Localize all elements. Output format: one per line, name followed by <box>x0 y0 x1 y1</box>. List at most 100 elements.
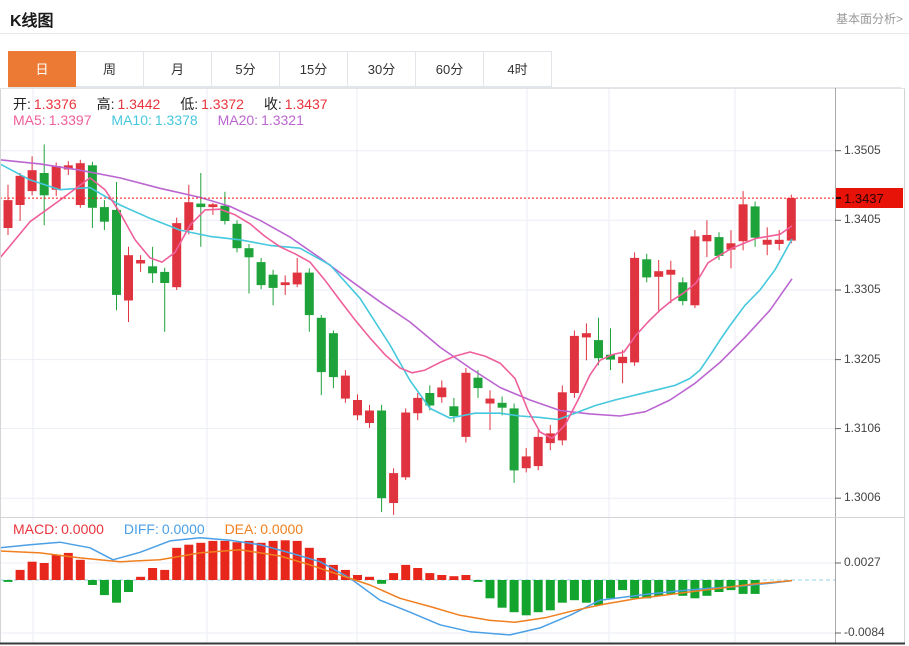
macd-bar <box>461 575 470 580</box>
macd-bar <box>365 577 374 580</box>
price-tick-label: 1.3006 <box>844 490 902 504</box>
macd-bar <box>618 580 627 590</box>
period-tabbar: 日 周 月 5分 15分 30分 60分 4时 <box>8 51 901 88</box>
macd-bar <box>4 580 13 582</box>
macd-bar <box>413 568 422 580</box>
high-label: 高: <box>97 96 115 112</box>
macd-bar <box>233 542 242 580</box>
candle-body <box>220 206 229 221</box>
tab-week[interactable]: 周 <box>76 51 144 87</box>
candle-body <box>305 273 314 316</box>
candle-body <box>461 373 470 437</box>
open-label: 开: <box>13 96 31 112</box>
macd-bar <box>437 575 446 580</box>
tab-5min[interactable]: 5分 <box>212 51 280 87</box>
close-label: 收: <box>264 96 282 112</box>
macd-bar <box>160 570 169 580</box>
candle-body <box>618 357 627 363</box>
candle-body <box>353 400 362 415</box>
candle-body <box>594 340 603 358</box>
candle-body <box>570 336 579 393</box>
macd-bar <box>16 570 25 580</box>
candle-body <box>690 236 699 305</box>
macd-bar <box>546 580 555 610</box>
tab-day[interactable]: 日 <box>8 51 76 87</box>
candle-body <box>257 262 266 285</box>
ma-legend: MA5:1.3397 MA10:1.3378 MA20:1.3321 <box>13 112 307 128</box>
macd-bar <box>184 545 193 580</box>
header-divider <box>0 33 909 34</box>
macd-bar <box>642 580 651 598</box>
macd-bar <box>570 580 579 600</box>
low-label: 低: <box>180 96 198 112</box>
tab-4hour[interactable]: 4时 <box>484 51 552 87</box>
candle-body <box>642 259 651 277</box>
candle-body <box>510 408 519 470</box>
tab-month[interactable]: 月 <box>144 51 212 87</box>
macd-bar <box>257 543 266 580</box>
open-value: 1.3376 <box>34 96 77 112</box>
last-price-tag: 1.3437 <box>836 188 903 208</box>
macd-bar <box>486 580 495 598</box>
macd-bar <box>136 577 145 580</box>
macd-bar <box>715 580 724 592</box>
high-value: 1.3442 <box>118 96 161 112</box>
candle-body <box>702 235 711 241</box>
candle-body <box>522 456 531 468</box>
candle-body <box>377 411 386 499</box>
macd-bar <box>449 576 458 580</box>
tab-15min[interactable]: 15分 <box>280 51 348 87</box>
macd-bar <box>425 573 434 580</box>
price-tick-label: 1.3205 <box>844 352 902 366</box>
candle-body <box>16 176 25 205</box>
candle-body <box>413 398 422 413</box>
candle-body <box>582 333 591 337</box>
macd-bar <box>40 563 49 580</box>
candle-body <box>233 224 242 248</box>
tab-30min[interactable]: 30分 <box>348 51 416 87</box>
candle-body <box>389 473 398 503</box>
macd-bar <box>474 580 483 582</box>
candle-body <box>148 266 157 273</box>
close-value: 1.3437 <box>285 96 328 112</box>
diff-label: DIFF: <box>124 521 159 537</box>
macd-bar <box>727 580 736 590</box>
dea-label: DEA: <box>225 521 258 537</box>
candle-body <box>775 240 784 244</box>
candle-body <box>208 204 217 207</box>
macd-tick-label: 0.0027 <box>844 555 902 569</box>
candle-body <box>437 388 446 398</box>
fundamental-analysis-link[interactable]: 基本面分析> <box>836 10 903 27</box>
macd-bar <box>220 541 229 580</box>
candle-body <box>281 282 290 285</box>
macd-bar <box>88 580 97 585</box>
ma10-value: 1.3378 <box>155 112 198 128</box>
macd-bar <box>522 580 531 615</box>
macd-bar <box>28 562 37 580</box>
diff-value: 0.0000 <box>162 521 205 537</box>
candle-body <box>630 258 639 363</box>
macd-value: 0.0000 <box>61 521 104 537</box>
macd-bar <box>377 580 386 584</box>
tag-tick-dash <box>836 197 841 199</box>
candle-body <box>666 270 675 275</box>
candle-body <box>269 275 278 288</box>
candle-body <box>317 318 326 372</box>
macd-bar <box>534 580 543 612</box>
macd-bar <box>389 573 398 580</box>
macd-bar <box>148 568 157 580</box>
candle-body <box>763 240 772 245</box>
macd-bar <box>172 548 181 580</box>
candle-body <box>534 437 543 466</box>
ma5-label: MA5: <box>13 112 46 128</box>
dea-value: 0.0000 <box>260 521 303 537</box>
candle-body <box>160 272 169 283</box>
candle-body <box>474 378 483 388</box>
macd-bar <box>281 540 290 580</box>
candle-body <box>401 413 410 478</box>
candle-body <box>293 273 302 285</box>
price-tick-label: 1.3405 <box>844 212 902 226</box>
macd-bar <box>76 560 85 580</box>
macd-bar <box>196 543 205 580</box>
tab-60min[interactable]: 60分 <box>416 51 484 87</box>
